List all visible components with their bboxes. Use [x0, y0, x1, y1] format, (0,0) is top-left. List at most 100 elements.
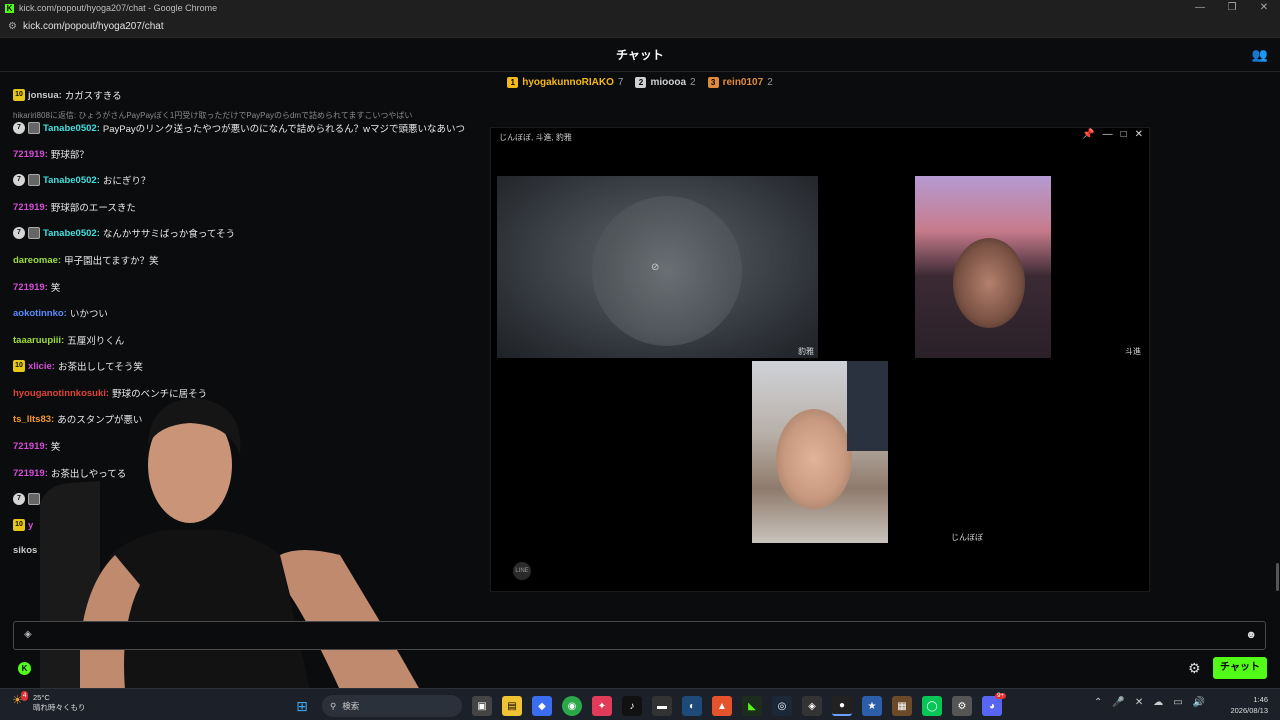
maximize-icon[interactable]: □ — [1121, 129, 1127, 140]
app-icon[interactable]: ◣ — [742, 696, 762, 716]
close-icon[interactable]: ✕ — [1248, 0, 1280, 16]
app-icon[interactable]: ✦ — [592, 696, 612, 716]
site-settings-icon[interactable]: ⚙ — [8, 21, 17, 32]
weather-badge: 4 — [21, 691, 29, 701]
leader-count: 2 — [690, 76, 696, 88]
scrollbar-thumb[interactable] — [1276, 563, 1279, 591]
chat-message[interactable]: 721919: 笑 — [13, 280, 60, 295]
emote-picker-icon[interactable]: ☻ — [1245, 629, 1257, 641]
chat-text: いかつい — [69, 309, 108, 320]
tray-app-icon[interactable]: ✕ — [1135, 697, 1143, 708]
chat-message[interactable]: dareomae: 甲子園出てますか？笑 — [13, 253, 159, 268]
chat-username[interactable]: dareomae: — [13, 255, 61, 266]
app-icon[interactable]: ◆ — [532, 696, 552, 716]
taskbar-clock[interactable]: 1:46 2026/08/13 — [1226, 694, 1268, 716]
chat-text: おにぎり？ — [102, 176, 151, 187]
address-bar[interactable]: ⚙ kick.com/popout/hyoga207/chat — [0, 16, 1280, 38]
chat-message[interactable]: 10 jonsua: カガスすきる — [13, 88, 122, 102]
leader-count: 7 — [617, 76, 624, 88]
app-icon[interactable]: ▬ — [652, 696, 672, 716]
tiktok-icon[interactable]: ♪ — [622, 696, 642, 716]
chat-username[interactable]: Tanabe0502: — [43, 228, 100, 239]
chat-message[interactable]: aokotinnko: いかつい — [13, 306, 108, 321]
brave-icon[interactable]: ▲ — [712, 696, 732, 716]
leaderboard-entry[interactable]: 3 rein0107 2 — [707, 76, 773, 88]
url-text[interactable]: kick.com/popout/hyoga207/chat — [23, 21, 164, 32]
leader-name: hyogakunnoRIAKO — [522, 76, 614, 88]
chat-message[interactable]: 721919: 野球部？ — [13, 147, 89, 162]
sub-badge-icon — [28, 122, 40, 134]
video-tile-cat[interactable]: ⊘ — [497, 176, 818, 358]
taskbar-search[interactable]: ⚲ 検索 — [322, 695, 462, 717]
file-explorer-icon[interactable]: ▤ — [502, 696, 522, 716]
microphone-icon[interactable]: 🎤 — [1112, 697, 1124, 708]
line-app-icon[interactable]: ◯ — [922, 696, 942, 716]
network-icon[interactable]: ▭ — [1173, 697, 1182, 708]
minimize-icon[interactable]: — — [1184, 0, 1216, 16]
chat-text: カガスすきる — [64, 91, 122, 102]
system-tray: ⌃ 🎤 ✕ ☁ ▭ 🔊 — [1094, 697, 1205, 708]
leader-name: rein0107 — [722, 76, 764, 88]
leaderboard-entry[interactable]: 1 hyogakunnoRIAKO 7 — [507, 76, 624, 88]
chat-username[interactable]: Tanabe0502: — [43, 175, 100, 186]
close-icon[interactable]: ✕ — [1135, 129, 1143, 140]
steam-icon[interactable]: ◎ — [772, 696, 792, 716]
chat-username[interactable]: 721919: — [13, 149, 48, 160]
chat-message[interactable]: 7 Tanabe0502: なんかササミばっか食ってそう — [13, 226, 235, 240]
settings-gear-icon[interactable]: ⚙ — [1188, 660, 1201, 677]
chat-username[interactable]: taaaruupiii: — [13, 335, 64, 346]
shaved-boy-face — [776, 409, 852, 509]
leader-name: mioooa — [650, 76, 687, 88]
level-badge-icon: 7 — [13, 122, 25, 134]
rank-badge-icon: 2 — [635, 76, 647, 88]
chat-text: 野球部のエースきた — [50, 203, 136, 214]
onedrive-icon[interactable]: ☁ — [1153, 697, 1163, 708]
discord-icon[interactable]: ◕ 9+ — [982, 693, 1006, 716]
minimize-icon[interactable]: — — [1103, 129, 1113, 140]
chat-username[interactable]: Tanabe0502: — [43, 123, 100, 134]
chat-username[interactable]: 721919: — [13, 282, 48, 293]
chat-username[interactable]: sikos — [13, 545, 37, 556]
chat-message[interactable]: 721919: 野球部のエースきた — [13, 200, 136, 215]
chat-username[interactable]: aokotinnko: — [13, 308, 67, 319]
chat-username[interactable]: jonsua: — [28, 90, 62, 101]
chat-message[interactable]: 10 xlicie: お茶出ししてそう笑 — [13, 359, 143, 373]
disney-icon[interactable]: ◐ — [682, 696, 702, 716]
chat-message[interactable]: 7 Tanabe0502: PayPayのリンク送ったやつが悪いのになんで詰められる… — [13, 121, 465, 135]
pin-icon[interactable]: 📌 — [1082, 129, 1094, 140]
reply-context: hikariri808に返信: ひょうがさんPayPayぼく1円受け取っただけで… — [13, 111, 413, 120]
settings-icon[interactable]: ⚙ — [952, 696, 972, 716]
chat-message[interactable]: 10 y — [13, 519, 33, 531]
line-call-window[interactable]: じんぼぼ, 斗進, 豹雅 📌 — □ ✕ ⊘ 豹雅 斗進 じんぼぼ LINE — [490, 127, 1150, 592]
sub-badge-icon — [28, 227, 40, 239]
app-icon[interactable]: ★ — [862, 696, 882, 716]
send-chat-button[interactable]: チャット — [1213, 657, 1267, 679]
video-tile-shaved-boy[interactable] — [752, 361, 888, 543]
leaderboard-entry[interactable]: 2 mioooa 2 — [635, 76, 696, 88]
minecraft-icon[interactable]: ▦ — [892, 696, 912, 716]
windows-taskbar: ☀ 4 25°C 晴れ時々くもり ⊞ ⚲ 検索 ▣ ▤ ◆ ◉ ✦ ♪ ▬ ◐ … — [0, 688, 1280, 720]
cat-face — [592, 196, 742, 346]
volume-icon[interactable]: 🔊 — [1193, 697, 1205, 708]
app-icon[interactable]: ◈ — [802, 696, 822, 716]
users-icon[interactable]: 👥 — [1252, 47, 1268, 63]
task-view-icon[interactable]: ▣ — [472, 696, 492, 716]
chat-input[interactable]: ◈ ☻ — [13, 621, 1266, 650]
participant-label: 豹雅 — [798, 347, 814, 356]
kick-points-icon[interactable]: K — [18, 662, 31, 675]
clock-time: 1:46 — [1253, 695, 1268, 704]
chat-message[interactable]: 7 Tanabe0502: おにぎり？ — [13, 173, 150, 187]
gift-badge-icon: 10 — [13, 519, 25, 531]
chrome-icon[interactable]: ◉ — [562, 696, 582, 716]
video-tile-boy[interactable] — [915, 176, 1051, 358]
chat-username[interactable]: xlicie: — [28, 361, 55, 372]
chat-message[interactable]: sikos — [13, 545, 37, 556]
windows-start-icon[interactable]: ⊞ — [292, 696, 312, 716]
chat-message[interactable]: taaaruupiii: 五厘刈りくん — [13, 333, 124, 348]
tray-chevron-icon[interactable]: ⌃ — [1094, 697, 1102, 708]
obs-icon[interactable]: ● — [832, 696, 852, 716]
chat-username[interactable]: 721919: — [13, 202, 48, 213]
restore-icon[interactable]: ❐ — [1216, 0, 1248, 16]
chat-username[interactable]: y — [28, 520, 33, 531]
taskbar-apps: ⊞ ⚲ 検索 ▣ ▤ ◆ ◉ ✦ ♪ ▬ ◐ ▲ ◣ ◎ ◈ ● ★ ▦ ◯ ⚙… — [292, 693, 1006, 717]
